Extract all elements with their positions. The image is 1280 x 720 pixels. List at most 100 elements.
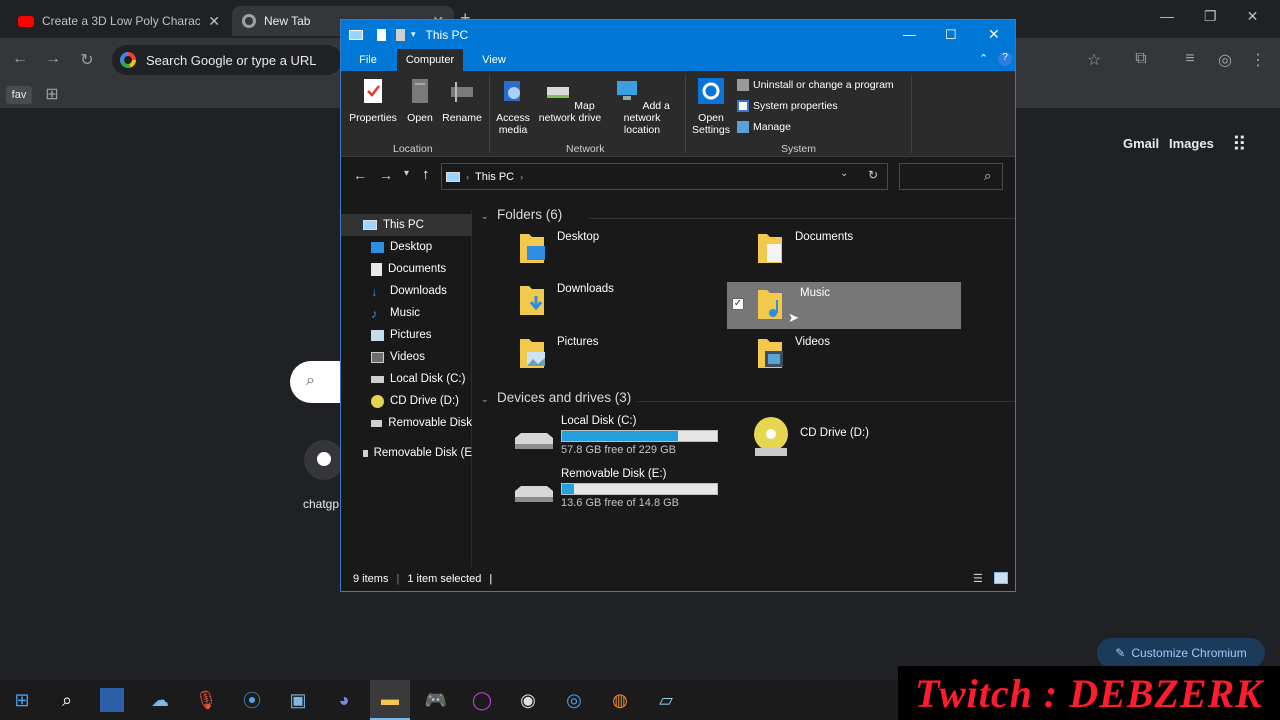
disk-icon [371, 375, 384, 383]
forward-icon[interactable]: → [379, 167, 393, 183]
app-icon-notes[interactable]: ▱ [652, 686, 680, 714]
address-bar[interactable]: › This PC › ⌄ ↻ [441, 163, 888, 190]
restore-icon[interactable]: ❐ [1204, 8, 1217, 25]
shortcut-chatgpt[interactable] [304, 440, 344, 480]
drive-item-cd-drive[interactable]: CD Drive (D:) [751, 414, 961, 460]
add-network-location-button[interactable]: Add a network location [605, 77, 679, 136]
breadcrumb[interactable]: This PC [475, 171, 514, 183]
reload-icon[interactable]: ↻ [75, 50, 99, 70]
app-icon-cloud[interactable]: ☁ [146, 686, 174, 714]
tab-search-icon[interactable]: ⧉ [1129, 50, 1153, 68]
group-divider [637, 401, 1015, 402]
network-drive-icon [547, 87, 570, 98]
media-icon[interactable]: ≡ [1178, 50, 1202, 68]
map-network-drive-button[interactable]: Map network drive [535, 77, 605, 124]
maximize-icon[interactable]: ☐ [945, 27, 957, 43]
desktop-icon [371, 241, 384, 253]
apps-icon[interactable]: ⊞ [40, 84, 64, 104]
nav-item-pictures[interactable]: Pictures [341, 324, 472, 346]
chromium-icon[interactable]: ◎ [560, 686, 588, 714]
close-icon[interactable]: ✕ [988, 26, 1000, 43]
app-icon-window[interactable]: ▣ [284, 686, 312, 714]
drive-usage-fill [562, 431, 679, 441]
start-icon[interactable]: ⊞ [8, 686, 36, 714]
uninstall-program-button[interactable]: Uninstall or change a program [737, 79, 894, 91]
star-icon[interactable]: ☆ [1082, 50, 1106, 70]
close-icon[interactable]: ✕ [1247, 8, 1259, 25]
large-icons-view-icon[interactable] [994, 572, 1008, 584]
close-icon[interactable]: ✕ [208, 13, 220, 30]
folder-item-videos[interactable]: Videos [753, 331, 987, 378]
nav-item-music[interactable]: ♪ Music [341, 302, 472, 324]
folder-item-desktop[interactable]: Desktop [515, 226, 749, 273]
collapse-ribbon-icon[interactable]: ⌃ [979, 52, 988, 65]
images-link[interactable]: Images [1169, 136, 1214, 151]
nav-item-desktop[interactable]: Desktop [341, 236, 472, 258]
customize-chromium-button[interactable]: ✎ Customize Chromium [1097, 638, 1265, 668]
discord-icon[interactable]: ◕ [330, 686, 358, 714]
qat-folder-icon[interactable] [396, 28, 405, 41]
recent-locations-icon[interactable]: ▾ [404, 168, 409, 179]
help-icon[interactable]: ? [998, 52, 1012, 66]
qat-dropdown-icon[interactable]: ▾ [411, 29, 416, 40]
devices-group-header[interactable]: ⌄ Devices and drives (3) [481, 389, 631, 407]
nav-item-removable-disk[interactable]: Removable Disk [341, 412, 472, 434]
nav-item-removable-disk-e[interactable]: Removable Disk (E [341, 442, 472, 464]
google-apps-icon[interactable]: ⠿ [1232, 132, 1247, 157]
tab-view[interactable]: View [475, 49, 513, 71]
bookmark-fav[interactable]: fav [6, 86, 32, 104]
gamepad-icon[interactable]: 🎮 [422, 686, 450, 714]
search-icon: ⌕ [984, 168, 992, 183]
nav-item-this-pc[interactable]: This PC [341, 214, 472, 236]
file-explorer-taskbar-icon[interactable]: ▬ [370, 680, 410, 720]
broadcast-icon[interactable]: ⦿ [238, 686, 266, 714]
downloads-folder-icon [520, 286, 544, 315]
nav-item-videos[interactable]: Videos [341, 346, 472, 368]
forward-icon[interactable]: → [41, 50, 65, 68]
profile-icon[interactable]: ◎ [1213, 50, 1237, 70]
chatgpt-icon [314, 449, 334, 469]
folder-item-pictures[interactable]: Pictures [515, 331, 749, 378]
minimize-icon[interactable]: — [903, 27, 916, 42]
blender-icon[interactable]: ◍ [606, 686, 634, 714]
tab-youtube[interactable]: Create a 3D Low Poly Characte ✕ [8, 6, 230, 36]
microphone-icon[interactable]: 🎙 [192, 686, 220, 714]
properties-button[interactable]: Properties [347, 77, 399, 124]
refresh-icon[interactable]: ↻ [868, 168, 878, 182]
rename-button[interactable]: Rename [441, 77, 483, 124]
up-icon[interactable]: ↑ [422, 166, 430, 183]
folders-group-header[interactable]: ⌄ Folders (6) [481, 206, 562, 224]
omnibox[interactable]: Search Google or type a URL [112, 45, 342, 75]
search-icon[interactable]: ⌕ [53, 686, 81, 714]
nav-item-documents[interactable]: Documents [341, 258, 472, 280]
chevron-down-icon[interactable]: ⌄ [840, 168, 848, 179]
manage-button[interactable]: Manage [737, 121, 791, 133]
back-icon[interactable]: ← [353, 167, 367, 183]
open-settings-button[interactable]: Open Settings [689, 77, 733, 136]
gmail-link[interactable]: Gmail [1123, 136, 1159, 151]
menu-icon[interactable]: ⋮ [1246, 50, 1270, 70]
folder-name: Music [800, 287, 831, 299]
access-media-button[interactable]: Access media [493, 77, 533, 136]
obs-icon[interactable]: ◉ [514, 686, 542, 714]
folder-item-music[interactable]: ✓ Music ➤ [727, 282, 961, 329]
nav-item-downloads[interactable]: ↓ Downloads [341, 280, 472, 302]
system-properties-button[interactable]: System properties [737, 100, 838, 112]
back-icon[interactable]: ← [8, 50, 32, 68]
app-icon-installer[interactable] [100, 688, 124, 712]
minimize-icon[interactable]: — [1160, 8, 1174, 25]
folder-item-downloads[interactable]: Downloads [515, 278, 749, 325]
tab-computer[interactable]: Computer [397, 49, 463, 71]
drive-item-removable-disk[interactable]: Removable Disk (E:) 13.6 GB free of 14.8… [513, 467, 723, 513]
folder-item-documents[interactable]: Documents [753, 226, 987, 273]
details-view-icon[interactable]: ☰ [973, 572, 983, 585]
nav-item-cd-drive[interactable]: CD Drive (D:) [341, 390, 472, 412]
checkbox-icon[interactable]: ✓ [732, 298, 744, 310]
open-button[interactable]: Open [403, 77, 437, 124]
tab-file[interactable]: File [351, 49, 385, 71]
search-input[interactable]: ⌕ [899, 163, 1003, 190]
opera-icon[interactable]: ◯ [468, 686, 496, 714]
nav-item-local-disk[interactable]: Local Disk (C:) [341, 368, 472, 390]
qat-properties-icon[interactable] [377, 28, 386, 41]
drive-item-local-disk[interactable]: Local Disk (C:) 57.8 GB free of 229 GB [513, 414, 723, 460]
